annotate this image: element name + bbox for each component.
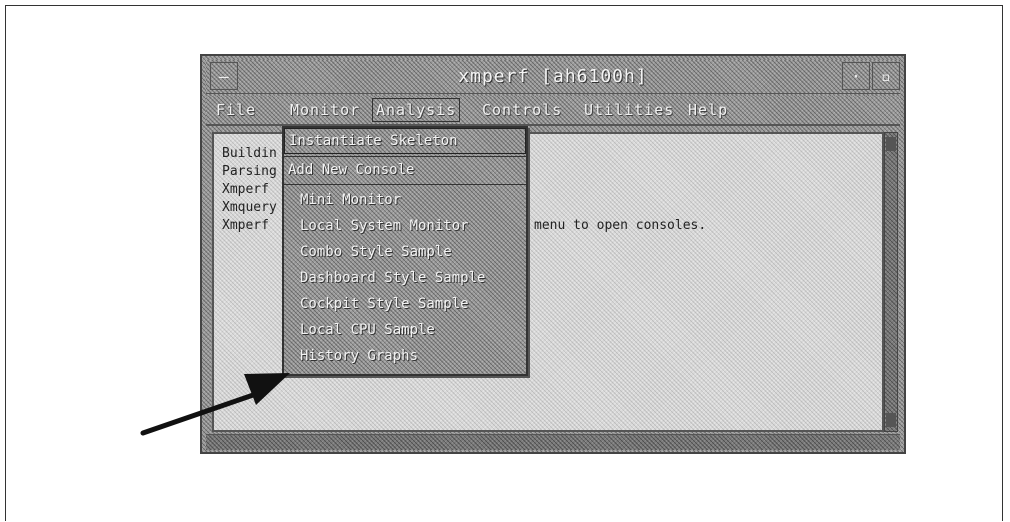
pointer-arrow-icon <box>140 373 290 436</box>
